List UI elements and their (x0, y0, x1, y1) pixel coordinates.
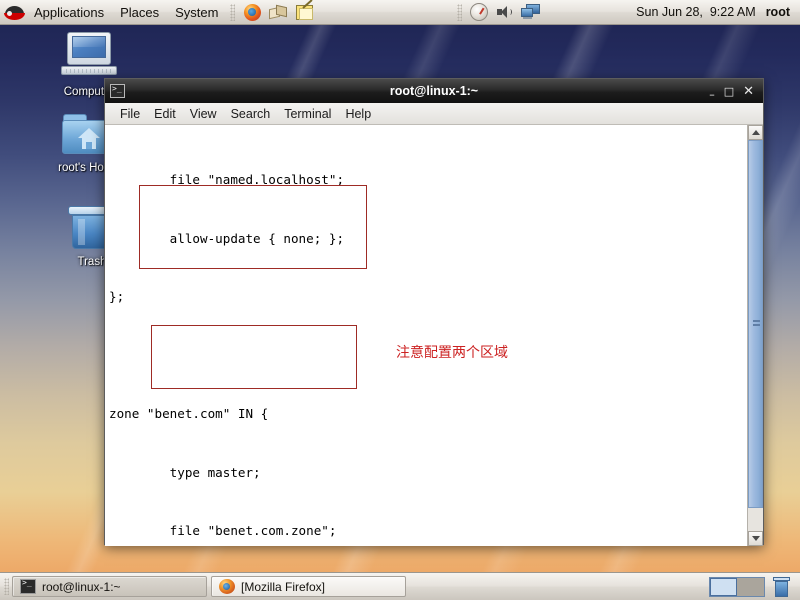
taskbar-item-terminal[interactable]: root@linux-1:~ (12, 576, 207, 597)
taskbar-item-label: root@linux-1:~ (42, 579, 121, 594)
terminal-titlebar[interactable]: root@linux-1:~ – □ ✕ (105, 79, 763, 103)
clock[interactable]: Sun Jun 28, 9:22 AM (630, 5, 762, 19)
workspace-switcher[interactable] (709, 576, 765, 597)
taskbar-item-label: [Mozilla Firefox] (241, 579, 326, 594)
terminal-body[interactable]: file "named.localhost"; allow-update { n… (105, 125, 763, 546)
desktop: Applications Places System Sun Jun 28, 9… (0, 0, 800, 600)
maximize-button[interactable]: □ (724, 85, 734, 98)
terminal-icon (110, 84, 125, 98)
menu-places[interactable]: Places (112, 0, 167, 25)
terminal-window[interactable]: root@linux-1:~ – □ ✕ File Edit View Sear… (104, 78, 764, 546)
close-button[interactable]: ✕ (743, 85, 754, 98)
network-monitor-icon[interactable] (519, 2, 543, 23)
scrollbar-thumb[interactable] (748, 140, 763, 508)
scroll-down-arrow-icon[interactable] (748, 531, 763, 546)
window-buttons: – □ ✕ (709, 85, 758, 101)
terminal-line: file "benet.com.zone"; (109, 523, 337, 538)
taskbar-item-firefox[interactable]: [Mozilla Firefox] (211, 576, 406, 597)
terminal-line: }; (109, 289, 125, 304)
panel-separator-right (457, 3, 463, 21)
help-book-icon[interactable] (266, 2, 290, 23)
user-menu[interactable]: root (762, 5, 800, 19)
panel-grip (4, 578, 9, 595)
panel-separator (230, 3, 236, 21)
trash-applet-icon[interactable] (773, 576, 790, 597)
window-title: root@linux-1:~ (389, 84, 479, 98)
terminal-line: type master; (109, 464, 261, 480)
terminal-menubar: File Edit View Search Terminal Help (105, 103, 763, 125)
terminal-line: file "named.localhost"; (109, 172, 345, 187)
volume-icon[interactable] (493, 2, 517, 23)
terminal-line: allow-update { none; }; (109, 230, 345, 246)
menu-item-edit[interactable]: Edit (147, 105, 183, 123)
menu-applications[interactable]: Applications (26, 0, 112, 25)
scroll-up-arrow-icon[interactable] (748, 125, 763, 140)
computer-icon (61, 32, 117, 82)
minimize-button[interactable]: – (709, 88, 715, 101)
annotation-note: 注意配置两个区域 (396, 345, 508, 361)
firefox-icon (219, 579, 235, 594)
menu-item-file[interactable]: File (113, 105, 147, 123)
bottom-tray (709, 576, 796, 597)
redhat-logo-icon[interactable] (4, 3, 25, 22)
workspace-2[interactable] (737, 577, 764, 596)
terminal-line: zone "benet.com" IN { (109, 406, 269, 421)
menu-item-search[interactable]: Search (224, 105, 278, 123)
workspace-1[interactable] (710, 577, 737, 596)
firefox-icon[interactable] (240, 2, 264, 23)
top-panel: Applications Places System Sun Jun 28, 9… (0, 0, 800, 25)
terminal-scrollbar[interactable] (747, 125, 763, 546)
terminal-icon (20, 578, 36, 594)
terminal-text[interactable]: file "named.localhost"; allow-update { n… (105, 125, 747, 546)
text-editor-icon[interactable] (292, 2, 316, 23)
menu-item-terminal[interactable]: Terminal (277, 105, 338, 123)
menu-system[interactable]: System (167, 0, 226, 25)
system-monitor-icon[interactable] (467, 2, 491, 23)
menu-item-view[interactable]: View (183, 105, 224, 123)
menu-item-help[interactable]: Help (338, 105, 378, 123)
bottom-panel: root@linux-1:~ [Mozilla Firefox] (0, 572, 800, 600)
